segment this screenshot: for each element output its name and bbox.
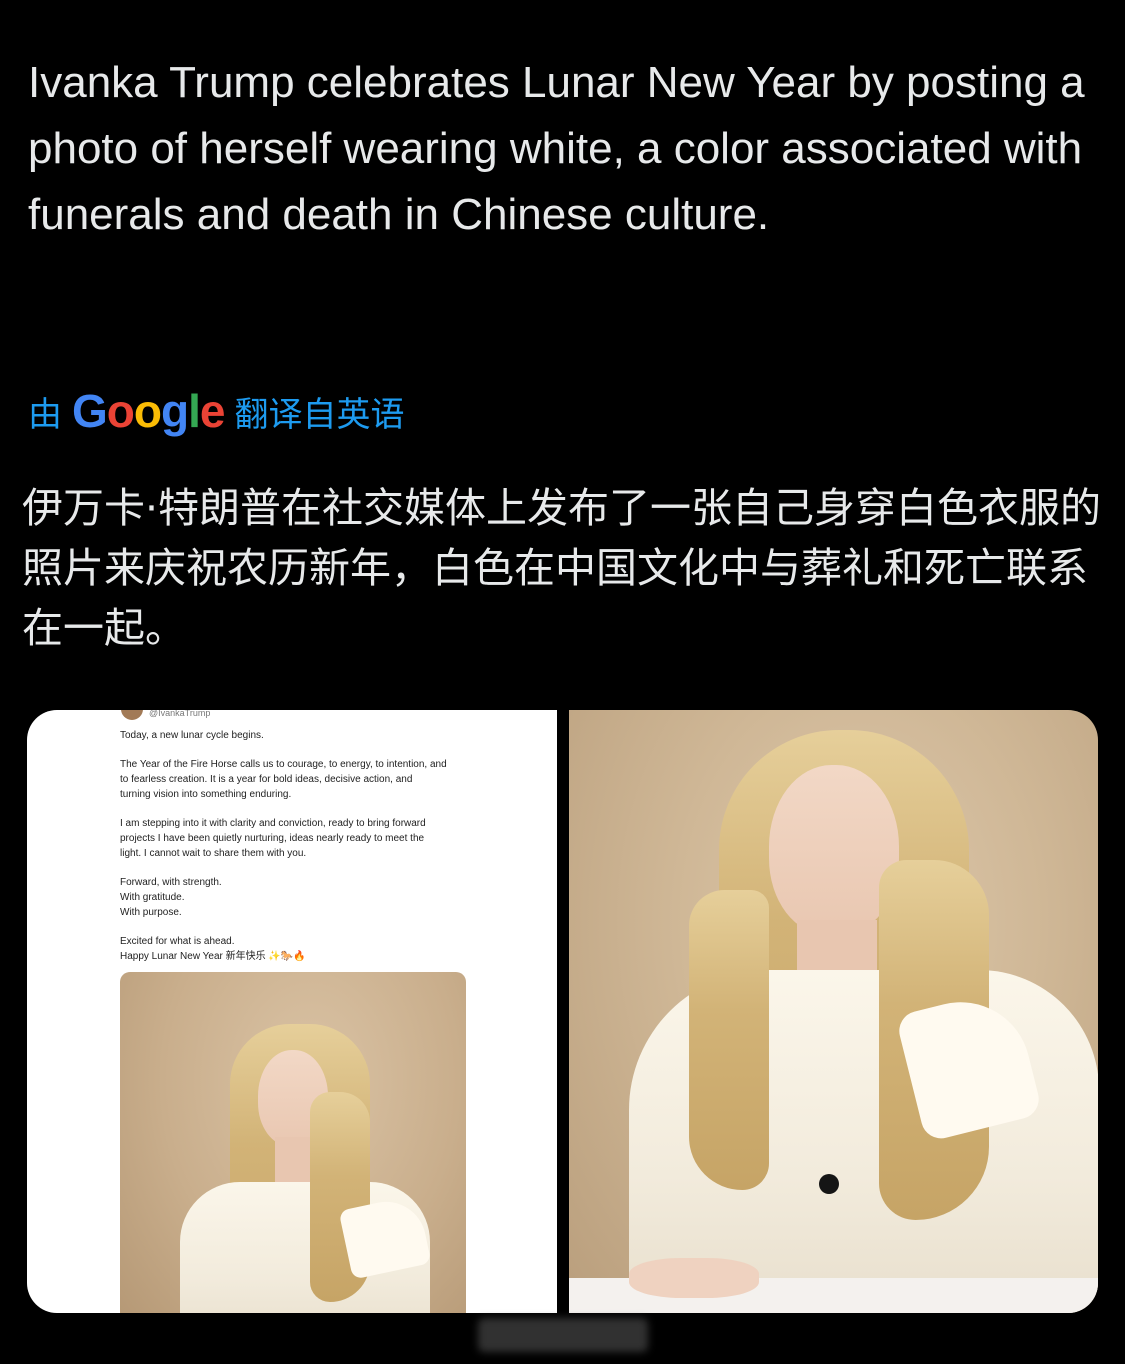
media-image-screenshot[interactable]: @IvankaTrump Today, a new lunar cycle be… xyxy=(27,710,557,1313)
post-paragraph: I am stepping into it with clarity and c… xyxy=(120,818,426,859)
media-grid: @IvankaTrump Today, a new lunar cycle be… xyxy=(27,710,1098,1313)
translation-prefix: 由 xyxy=(28,394,62,435)
hand xyxy=(629,1258,759,1298)
avatar xyxy=(121,710,143,720)
post-paragraph: Today, a new lunar cycle begins. xyxy=(120,730,264,741)
watermark xyxy=(478,1318,648,1352)
media-image-portrait[interactable] xyxy=(569,710,1098,1313)
translation-suffix: 翻译自英语 xyxy=(234,394,405,435)
translated-text: 伊万卡·特朗普在社交媒体上发布了一张自己身穿白色衣服的照片来庆祝农历新年，白色在… xyxy=(22,484,1102,652)
tweet-text: Ivanka Trump celebrates Lunar New Year b… xyxy=(28,58,1085,239)
coat-button xyxy=(819,1174,839,1194)
translation-attribution[interactable]: 由 Google 翻译自英语 xyxy=(28,383,404,439)
post-handle: @IvankaTrump xyxy=(149,710,211,718)
post-photo xyxy=(120,972,466,1313)
post-paragraph: Excited for what is ahead. Happy Lunar N… xyxy=(120,936,306,962)
post-paragraph: The Year of the Fire Horse calls us to c… xyxy=(120,759,447,800)
google-logo: Google xyxy=(72,385,225,437)
post-paragraph: Forward, with strength. With gratitude. … xyxy=(120,877,222,918)
post-body: Today, a new lunar cycle begins. The Yea… xyxy=(120,728,480,978)
